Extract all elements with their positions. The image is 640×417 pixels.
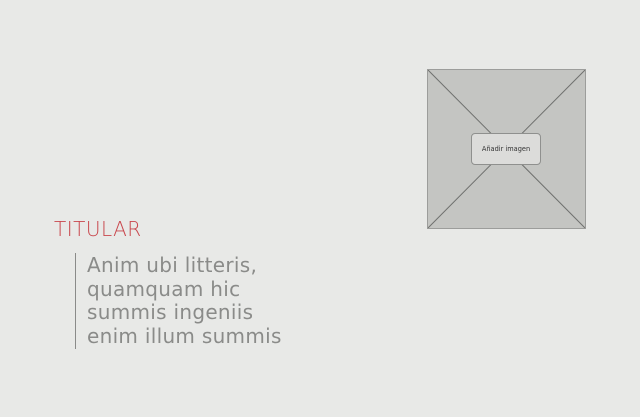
- quote-text: Anim ubi litteris, quamquam hic summis i…: [87, 253, 327, 348]
- quote-line: summis ingeniis: [87, 300, 254, 324]
- quote-line: Anim ubi litteris,: [87, 253, 258, 277]
- quote-line: enim illum summis: [87, 323, 282, 348]
- quote-divider: [75, 253, 76, 349]
- section-title: TITULAR: [54, 217, 142, 241]
- add-image-button[interactable]: Añadir imagen: [471, 133, 541, 165]
- quote-line: quamquam hic: [87, 276, 241, 301]
